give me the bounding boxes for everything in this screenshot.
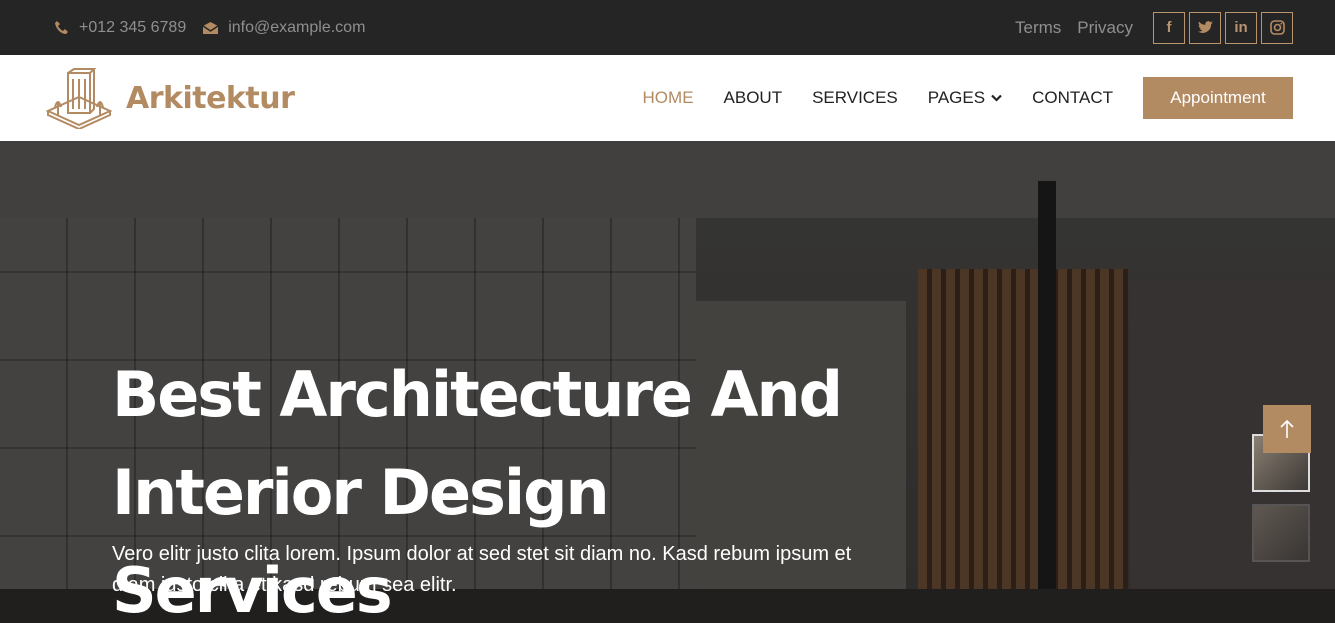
hero-carousel: Best Architecture And Interior Design Se… [0,141,1335,623]
nav-pages[interactable]: PAGES [928,88,1002,108]
contact-info: +012 345 6789 info@example.com [54,19,365,37]
envelope-icon [202,21,219,34]
nav-services[interactable]: SERVICES [812,88,898,108]
nav-pages-label: PAGES [927,88,986,107]
nav-about[interactable]: ABOUT [724,88,783,108]
brand[interactable]: Arkitektur [46,67,295,129]
nav-contact[interactable]: CONTACT [1032,88,1113,108]
top-bar-right: Terms Privacy f in [999,11,1293,44]
main-navbar: Arkitektur HOME ABOUT SERVICES PAGES CON… [0,55,1335,141]
instagram-icon[interactable] [1261,11,1293,44]
phone-text: +012 345 6789 [79,18,187,36]
appointment-button[interactable]: Appointment [1143,77,1293,119]
linkedin-icon[interactable]: in [1225,11,1257,44]
hero-description: Vero elitr justo clita lorem. Ipsum dolo… [112,543,852,596]
hero-title-line-1: Best Architecture And [112,358,843,431]
top-bar: +012 345 6789 info@example.com Terms Pri… [0,0,1335,55]
email-text: info@example.com [228,18,366,36]
brand-name: Arkitektur [126,80,295,116]
facebook-icon[interactable]: f [1153,11,1185,44]
back-to-top-button[interactable] [1263,405,1311,453]
phone-icon [55,20,68,34]
chevron-down-icon [991,94,1002,102]
social-links: f in [1153,11,1293,44]
arrow-up-icon [1280,419,1294,438]
phone-info[interactable]: +012 345 6789 [54,19,186,37]
terms-link[interactable]: Terms [1015,18,1061,38]
twitter-icon[interactable] [1189,11,1221,44]
privacy-link[interactable]: Privacy [1077,18,1133,38]
nav-home[interactable]: HOME [643,88,694,108]
carousel-thumbnail[interactable] [1252,504,1310,562]
email-info[interactable]: info@example.com [202,19,365,37]
carousel-thumbnails [1252,434,1310,562]
main-menu: HOME ABOUT SERVICES PAGES CONTACT Appoin… [613,77,1293,119]
building-logo-icon [46,68,112,129]
